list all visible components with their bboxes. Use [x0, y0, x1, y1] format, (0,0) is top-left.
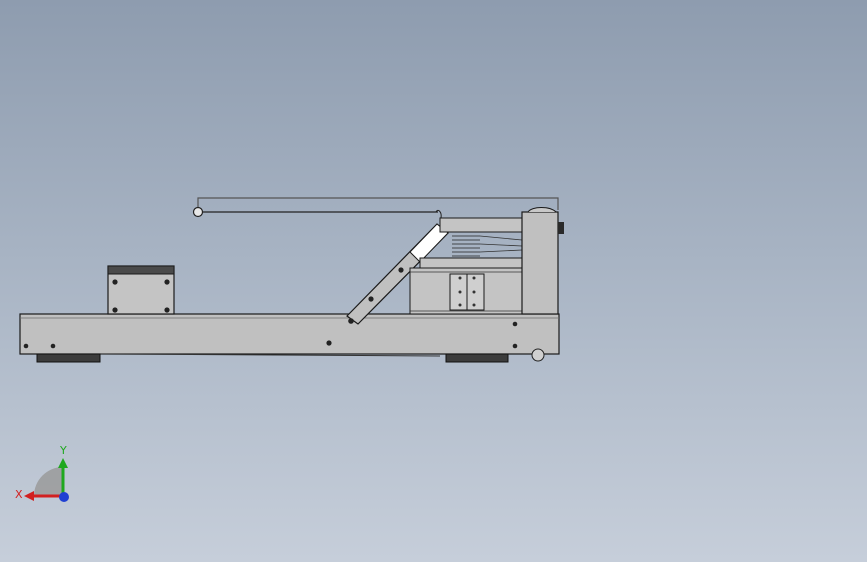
tank-bolt — [458, 290, 462, 294]
upper-beam — [439, 217, 523, 233]
y-axis-label: Y — [59, 444, 67, 457]
coordinate-triad: Y X — [15, 444, 69, 502]
seat-bolt — [112, 307, 118, 313]
y-axis-head — [58, 458, 68, 468]
rail-bolt — [23, 343, 29, 349]
mid-beam — [419, 257, 523, 269]
top-guide-rail — [197, 197, 559, 210]
tank-bolt — [458, 276, 462, 280]
tower-cap — [527, 207, 557, 213]
rail-bolt — [326, 340, 332, 346]
rear-tower — [521, 211, 559, 315]
front-foot — [36, 353, 101, 363]
seat-bolt — [112, 279, 118, 285]
seat-bolt — [164, 279, 170, 285]
x-axis-label: X — [15, 488, 23, 501]
seat-bolt — [164, 307, 170, 313]
main-rail — [19, 313, 560, 355]
rowing-machine-model[interactable] — [0, 0, 867, 562]
strut-bolt — [398, 267, 404, 273]
rail-bolt — [50, 343, 56, 349]
spring-coil — [452, 235, 480, 257]
x-axis-head — [24, 491, 34, 501]
tank-bolt — [472, 276, 476, 280]
cable-hook — [435, 209, 442, 219]
z-axis-dot — [59, 492, 69, 502]
tower-knob — [558, 222, 564, 234]
tank-bolt — [458, 303, 462, 307]
seat-cushion — [107, 265, 175, 275]
triad-plane-shade — [34, 467, 63, 496]
handle-ring — [192, 206, 204, 218]
strut-bolt — [368, 296, 374, 302]
tank-bolt — [472, 290, 476, 294]
graphics-viewport[interactable]: Y X — [0, 0, 867, 562]
rear-foot — [445, 353, 509, 363]
rear-wheel — [531, 348, 545, 362]
rail-bolt — [512, 343, 518, 349]
rail-bolt — [512, 321, 518, 327]
strut-bolt — [348, 318, 354, 324]
belt-lines — [479, 235, 523, 253]
tank-bolt — [472, 303, 476, 307]
